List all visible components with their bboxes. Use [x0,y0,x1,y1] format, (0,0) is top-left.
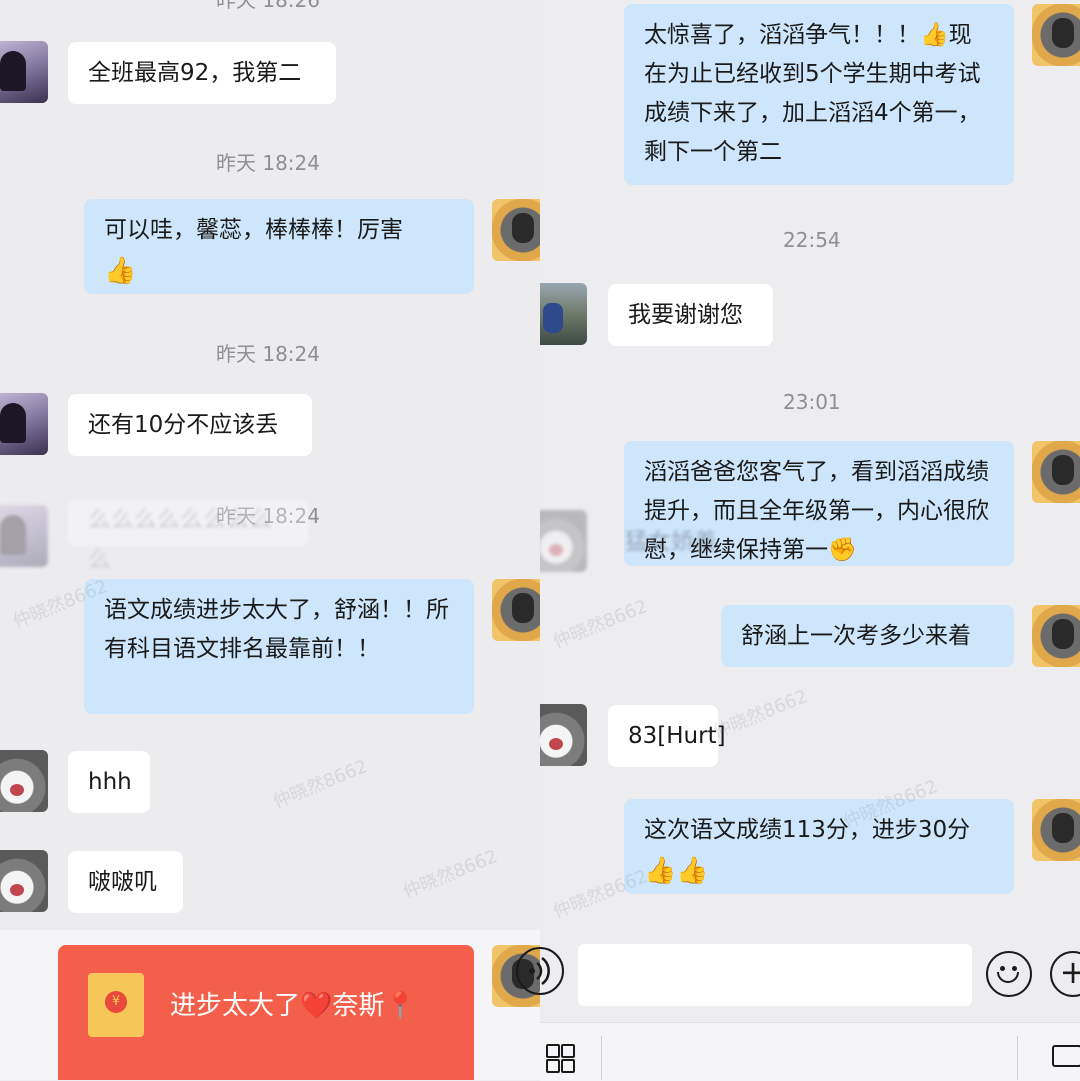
message-bubble: 我要谢谢您 [608,284,773,346]
thumbs-up-icon: 👍 [104,256,137,286]
avatar[interactable] [1032,4,1080,66]
timestamp: 昨天 18:24 [216,342,320,366]
message-bubble: 舒涵上一次考多少来着 [721,605,1014,667]
message-bubble: 83[Hurt] [608,705,726,767]
timestamp: 昨天 18:26 [216,0,320,12]
avatar[interactable] [0,41,48,103]
red-packet-message[interactable]: 进步太大了❤️奈斯📍 [58,945,474,1080]
watermark: 仲晓然8662 [270,755,371,813]
thumbs-up-icon: 👍 [676,856,709,886]
ghost-message: 猛女娇羞 [625,529,717,555]
avatar[interactable] [540,283,587,345]
avatar [540,510,587,572]
avatar[interactable] [1032,799,1080,861]
red-envelope-icon [88,973,144,1037]
thumbs-up-icon: 👍 [644,856,677,886]
red-packet-label: 进步太大了❤️奈斯📍 [170,991,417,1021]
avatar[interactable] [492,199,540,261]
message-bubble: 还有10分不应该丢 [68,394,312,456]
message-bubble: 么么么么么么么么么 [68,500,308,573]
divider [601,1036,602,1080]
message-input[interactable] [578,944,972,1006]
voice-icon [529,956,550,986]
message-bubble: hhh [68,751,150,813]
message-bubble: 可以哇，馨蕊，棒棒棒！厉害 👍 [84,199,474,294]
bottom-toolbar [540,1022,1080,1081]
avatar[interactable] [492,579,540,641]
mail-icon[interactable] [1052,1045,1080,1067]
avatar[interactable] [0,850,48,912]
divider [1017,1036,1018,1080]
watermark: 仲晓然8662 [400,845,501,903]
grid-icon[interactable] [546,1044,575,1073]
avatar[interactable] [1032,441,1080,503]
right-chat-panel: 太惊喜了，滔滔争气！！！👍现在为止已经收到5个学生期中考试成绩下来了，加上滔滔4… [540,0,1080,1080]
avatar [0,505,48,567]
avatar[interactable] [1032,605,1080,667]
voice-input-button[interactable] [516,947,564,995]
message-bubble: 语文成绩进步太大了，舒涵！！所有科目语文排名最靠前！！ [84,579,474,714]
timestamp: 23:01 [783,390,841,414]
message-bubble: 太惊喜了，滔滔争气！！！👍现在为止已经收到5个学生期中考试成绩下来了，加上滔滔4… [624,4,1014,185]
message-text: 这次语文成绩113分，进步30分 [644,817,971,843]
message-bubble: 啵啵叽 [68,851,183,913]
message-bubble: 全班最高92，我第二 [68,42,336,104]
left-chat-panel: 昨天 18:26 全班最高92，我第二 昨天 18:24 可以哇，馨蕊，棒棒棒！… [0,0,540,1080]
avatar[interactable] [0,750,48,812]
timestamp: 22:54 [783,228,841,252]
timestamp: 昨天 18:24 [216,151,320,175]
message-text: 可以哇，馨蕊，棒棒棒！厉害 [104,217,403,243]
avatar[interactable] [0,393,48,455]
watermark: 仲晓然8662 [550,595,651,653]
avatar[interactable] [540,704,587,766]
message-bubble: 这次语文成绩113分，进步30分 👍👍 [624,799,1014,894]
ghost-message: 么么么么么么么么么 [68,500,308,573]
